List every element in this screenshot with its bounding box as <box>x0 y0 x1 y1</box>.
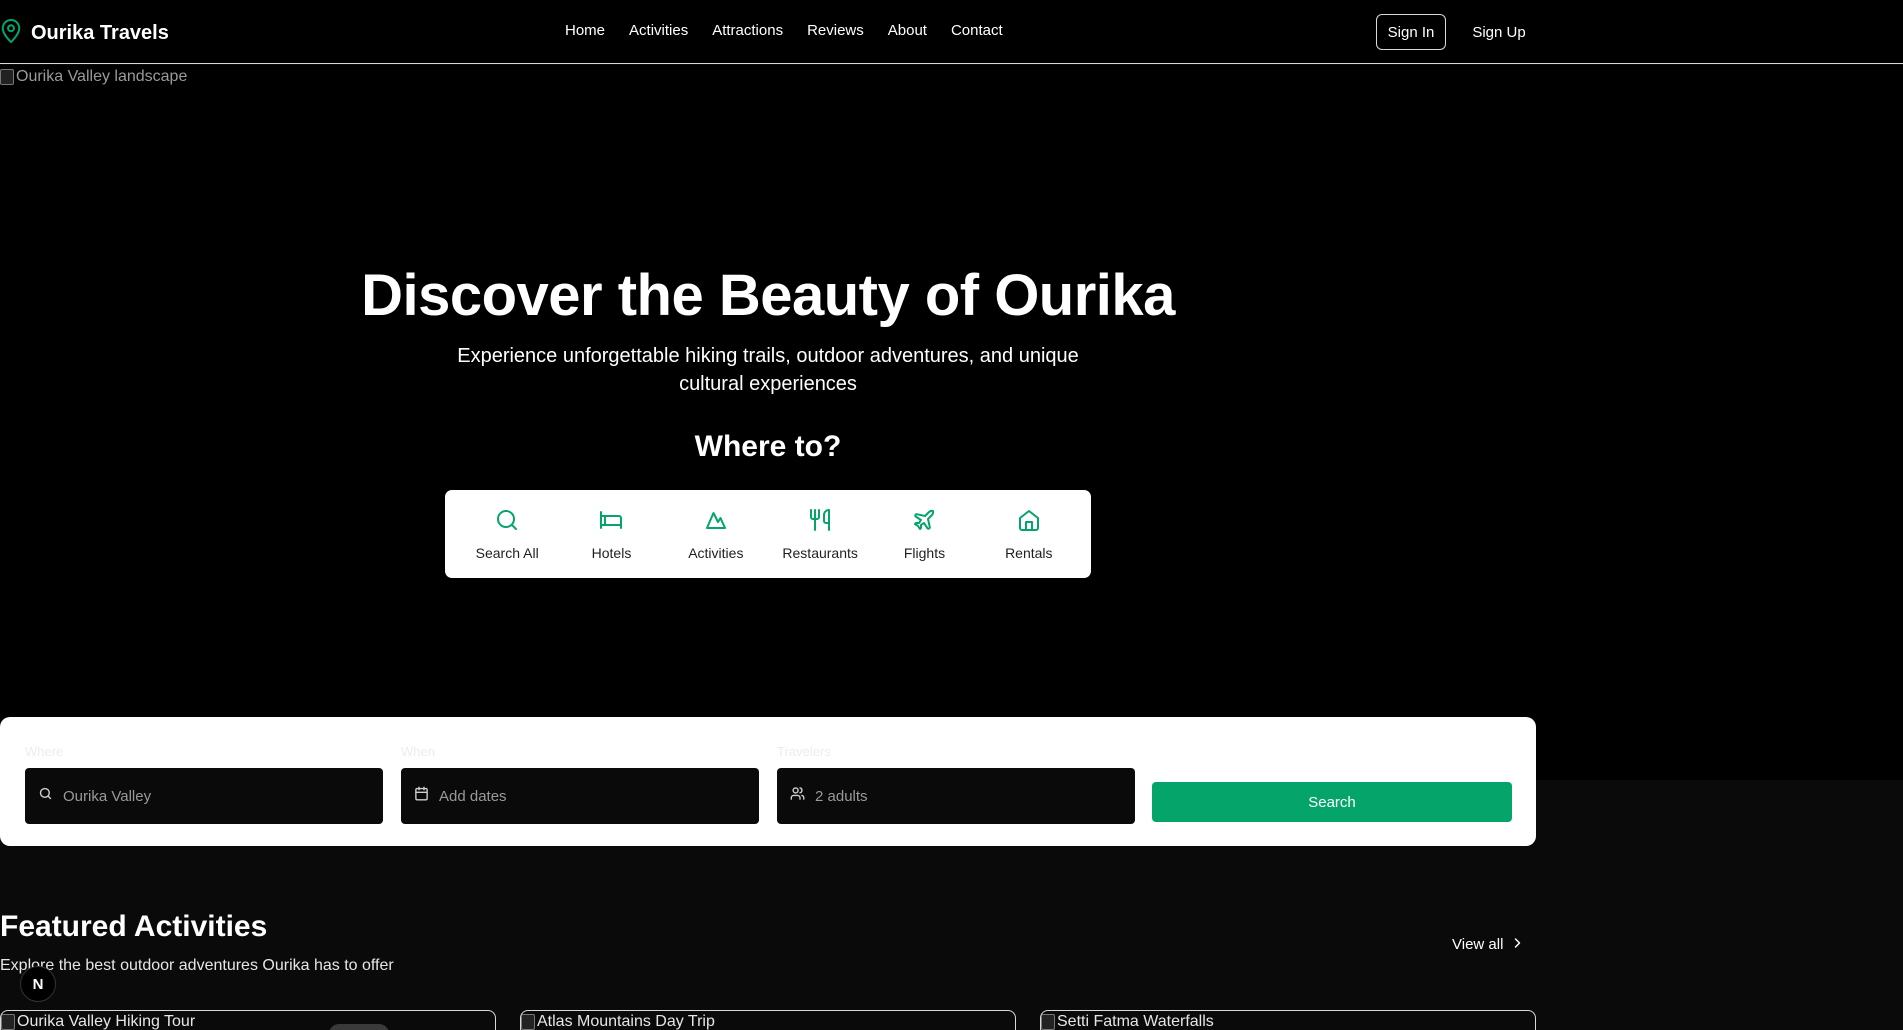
view-all-label: View all <box>1452 936 1504 953</box>
category-search-all[interactable]: Search All <box>455 490 559 578</box>
category-label: Search All <box>475 544 539 561</box>
card-image: Ourika Valley Hiking Tour <box>1 1013 195 1030</box>
card-image-alt: Atlas Mountains Day Trip <box>537 1013 715 1030</box>
card-tag <box>329 1024 389 1030</box>
mountain-icon <box>704 508 728 537</box>
when-input[interactable] <box>439 787 739 805</box>
travelers-input[interactable] <box>815 787 1115 805</box>
hero-title: Discover the Beauty of Ourika <box>361 263 1175 328</box>
map-pin-icon <box>0 18 22 49</box>
brand-name: Ourika Travels <box>31 22 169 44</box>
chevron-right-icon <box>1511 936 1523 953</box>
hero-image: Ourika Valley landscape <box>0 68 187 86</box>
nav-reviews[interactable]: Reviews <box>807 22 864 39</box>
search-button[interactable]: Search <box>1152 782 1512 822</box>
sign-up-button[interactable]: Sign Up <box>1464 14 1534 50</box>
travelers-field[interactable] <box>777 768 1135 824</box>
nav-home[interactable]: Home <box>565 22 605 39</box>
card-image-alt: Setti Fatma Waterfalls <box>1057 1013 1214 1030</box>
calendar-icon <box>414 786 429 806</box>
main-nav: Home Activities Attractions Reviews Abou… <box>565 22 1027 39</box>
broken-image-icon <box>1 1014 15 1030</box>
users-icon <box>790 786 805 806</box>
hero-subtitle: Experience unforgettable hiking trails, … <box>457 345 1079 395</box>
search-card: Where When Travelers <box>0 717 1536 846</box>
sign-in-button[interactable]: Sign In <box>1376 14 1446 50</box>
category-rentals[interactable]: Rentals <box>977 490 1081 578</box>
where-to-heading: Where to? <box>694 430 842 463</box>
activity-card[interactable]: Setti Fatma Waterfalls <box>1040 1010 1536 1030</box>
category-label: Flights <box>903 544 946 561</box>
utensils-icon <box>808 508 832 537</box>
nav-activities[interactable]: Activities <box>629 22 688 39</box>
where-field-group: Where <box>25 744 383 824</box>
travelers-field-group: Travelers <box>777 744 1135 824</box>
when-label: When <box>401 744 435 759</box>
next-badge[interactable]: N <box>20 966 56 1002</box>
nav-attractions[interactable]: Attractions <box>712 22 783 39</box>
featured-subtitle: Explore the best outdoor adventures Ouri… <box>0 957 394 974</box>
view-all-link[interactable]: View all <box>1452 936 1523 953</box>
brand[interactable]: Ourika Travels <box>0 18 169 49</box>
search-icon <box>38 786 53 806</box>
hero-section <box>0 65 1903 780</box>
card-image: Setti Fatma Waterfalls <box>1041 1013 1214 1030</box>
broken-image-icon <box>0 69 14 85</box>
plane-icon <box>912 508 936 537</box>
category-label: Rentals <box>1005 544 1053 561</box>
category-label: Restaurants <box>782 544 858 561</box>
activity-card[interactable]: Atlas Mountains Day Trip <box>520 1010 1016 1030</box>
navbar: Ourika Travels Home Activities Attractio… <box>0 0 1903 64</box>
page: Ourika Travels Home Activities Attractio… <box>0 0 1903 1030</box>
category-hotels[interactable]: Hotels <box>559 490 663 578</box>
category-restaurants[interactable]: Restaurants <box>768 490 872 578</box>
home-icon <box>1017 508 1041 537</box>
category-panel: Search All Hotels Activities Restaurants… <box>445 490 1091 578</box>
where-input[interactable] <box>63 787 363 805</box>
when-field-group: When <box>401 744 759 824</box>
activity-card[interactable]: Ourika Valley Hiking Tour <box>0 1010 496 1030</box>
featured-title: Featured Activities <box>0 910 268 943</box>
broken-image-icon <box>1041 1014 1055 1030</box>
where-label: Where <box>25 744 64 759</box>
search-icon <box>495 508 519 537</box>
nav-about[interactable]: About <box>888 22 927 39</box>
broken-image-icon <box>521 1014 535 1030</box>
when-field[interactable] <box>401 768 759 824</box>
hero-image-alt: Ourika Valley landscape <box>16 68 188 85</box>
category-flights[interactable]: Flights <box>872 490 976 578</box>
bed-icon <box>599 508 623 537</box>
where-field[interactable] <box>25 768 383 824</box>
category-label: Hotels <box>591 544 632 561</box>
category-activities[interactable]: Activities <box>664 490 768 578</box>
nav-contact[interactable]: Contact <box>951 22 1003 39</box>
category-label: Activities <box>688 544 744 561</box>
card-image-alt: Ourika Valley Hiking Tour <box>17 1013 196 1030</box>
card-image: Atlas Mountains Day Trip <box>521 1013 715 1030</box>
travelers-label: Travelers <box>777 744 831 759</box>
